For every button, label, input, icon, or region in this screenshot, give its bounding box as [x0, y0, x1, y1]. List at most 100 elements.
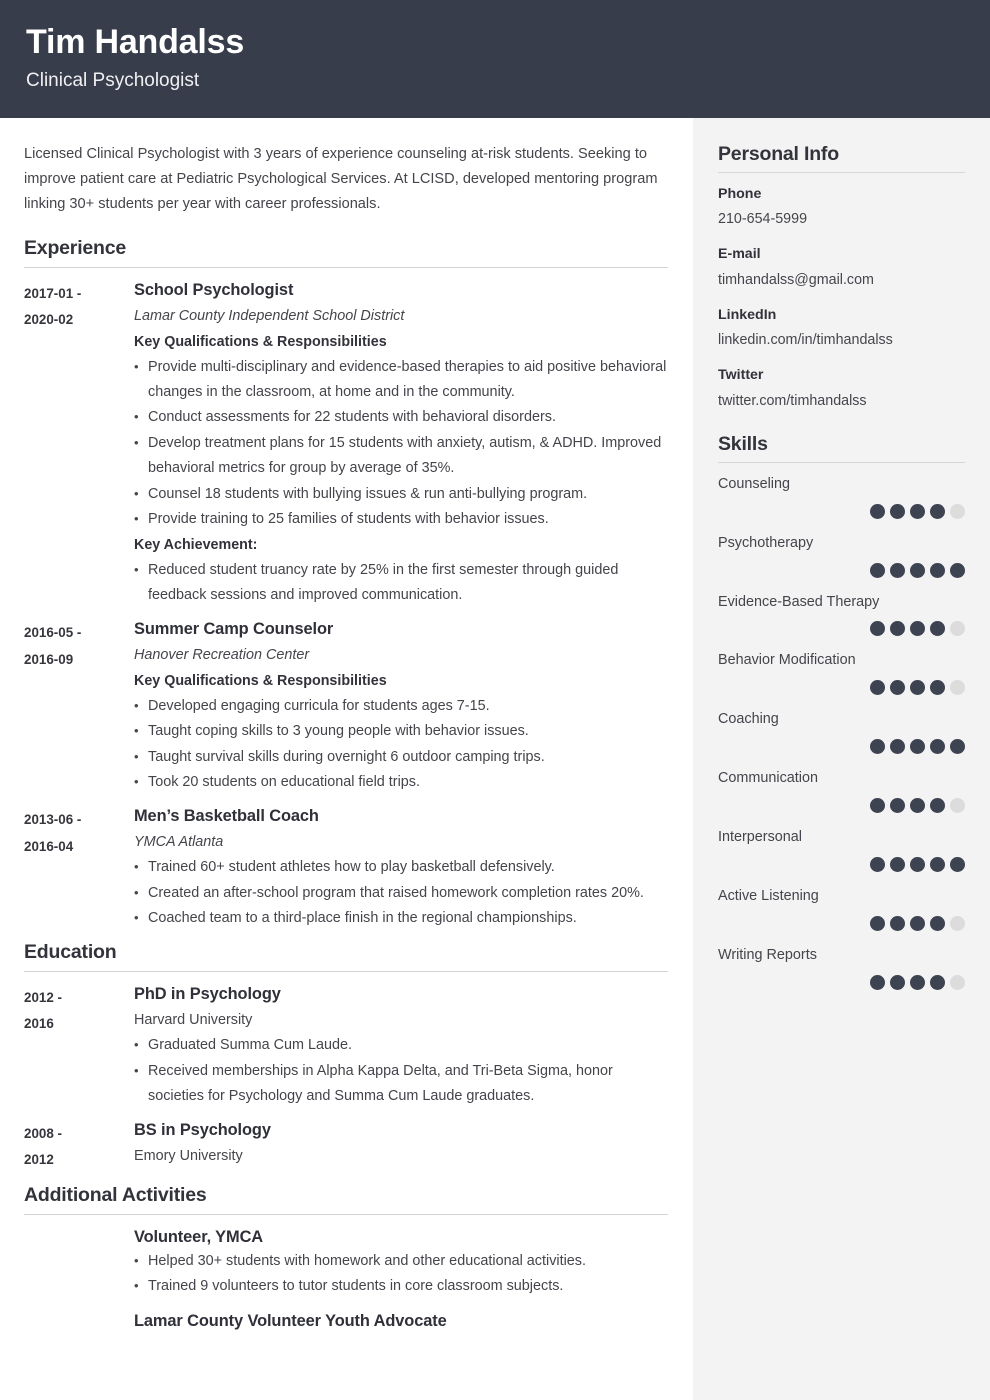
personal-info-item: LinkedIn linkedin.com/in/timhandalss — [718, 305, 965, 352]
skill-row: Counseling — [718, 474, 965, 519]
skill-row: Active Listening — [718, 886, 965, 931]
bullet-item: Taught survival skills during overnight … — [134, 745, 667, 770]
entry-item: Volunteer, YMCA Helped 30+ students with … — [24, 1226, 667, 1300]
skill-dot-filled — [930, 974, 945, 990]
bullet-item: Reduced student truancy rate by 25% in t… — [134, 558, 667, 609]
skill-dot-filled — [930, 503, 945, 519]
skill-dot-filled — [910, 974, 925, 990]
entry-date-start: 2017-01 - — [24, 286, 82, 302]
entry-item: 2012 - 2016 PhD in Psychology Harvard Unive… — [24, 983, 667, 1109]
skill-row: Psychotherapy — [718, 533, 965, 578]
entry-date: 2016-05 - 2016-09 — [24, 618, 134, 672]
entry-date-end: 2020-02 — [24, 312, 74, 328]
main-sections: Experience 2017-01 - 2020-02 School Psychol… — [24, 237, 668, 1333]
section-heading-experience: Experience — [24, 237, 127, 260]
skill-name: Interpersonal — [718, 829, 802, 846]
skill-dot-filled — [930, 739, 945, 755]
skill-dot-filled — [870, 562, 885, 578]
section-heading-education: Education — [24, 941, 117, 964]
entry-title: BS in Psychology — [134, 1121, 271, 1140]
entry-bullet-list: Graduated Summa Cum Laude.Received membe… — [134, 1033, 667, 1109]
entry-bullet-list: Trained 60+ student athletes how to play… — [134, 855, 667, 931]
bullet-item: Graduated Summa Cum Laude. — [134, 1033, 667, 1058]
entry-date-start: 2016-05 - — [24, 625, 82, 641]
skill-name: Active Listening — [718, 887, 819, 904]
skill-rating-dots — [718, 562, 965, 578]
bullet-item: Trained 60+ student athletes how to play… — [134, 855, 667, 880]
skill-dot-filled — [870, 621, 885, 637]
entry-subtitle: Hanover Recreation Center — [134, 646, 310, 663]
skill-dot-filled — [890, 739, 905, 755]
skill-rating-dots — [718, 503, 965, 519]
entry-date-end: 2016-04 — [24, 838, 74, 854]
skill-name: Psychotherapy — [718, 534, 814, 551]
skill-dot-filled — [910, 680, 925, 696]
bullet-item: Conduct assessments for 22 students with… — [134, 405, 667, 430]
skill-dot-filled — [950, 856, 965, 872]
entry-date-end: 2012 — [24, 1152, 54, 1168]
skill-dot-filled — [890, 680, 905, 696]
entry-date — [24, 1226, 134, 1228]
personal-info-item: E-mail timhandalss@gmail.com — [718, 244, 965, 291]
personal-info-value[interactable]: twitter.com/timhandalss — [718, 390, 965, 413]
bullet-item: Develop treatment plans for 15 students … — [134, 431, 667, 482]
entry-title: PhD in Psychology — [134, 985, 281, 1004]
entry-item: 2008 - 2012 BS in Psychology Emory Universi… — [24, 1119, 667, 1173]
skill-rating-dots — [718, 798, 965, 814]
entry-bullet-list: Helped 30+ students with homework and ot… — [134, 1249, 667, 1300]
skill-dot-empty — [950, 680, 965, 696]
bullet-item: Created an after-school program that rai… — [134, 881, 667, 906]
skill-dot-empty — [950, 798, 965, 814]
entry-date-start: 2012 - — [24, 990, 62, 1006]
main-column: Licensed Clinical Psychologist with 3 ye… — [0, 118, 693, 1400]
bullet-item: Helped 30+ students with homework and ot… — [134, 1249, 667, 1274]
entry-kicker-achievement: Key Achievement: — [134, 537, 258, 554]
skill-dot-filled — [950, 739, 965, 755]
personal-info-label: E-mail — [718, 246, 761, 263]
skills-list: Counseling Psychotherapy Evidence-Based Th… — [718, 474, 965, 990]
entry-content: Volunteer, YMCA Helped 30+ students with … — [134, 1226, 667, 1300]
bullet-item: Coached team to a third-place finish in … — [134, 906, 667, 931]
section-experience: Experience 2017-01 - 2020-02 School Psychol… — [24, 237, 668, 931]
entry-bullet-list-achievement: Reduced student truancy rate by 25% in t… — [134, 558, 667, 609]
skill-dot-filled — [910, 562, 925, 578]
personal-info-list: Phone 210-654-5999 E-mail timhandalss@gmail… — [718, 184, 965, 413]
bullet-item: Provide multi-disciplinary and evidence-… — [134, 355, 667, 406]
skill-row: Writing Reports — [718, 945, 965, 990]
personal-info-value[interactable]: timhandalss@gmail.com — [718, 269, 965, 292]
entry-item: Lamar County Volunteer Youth Advocate — [24, 1310, 667, 1333]
entry-content: PhD in Psychology Harvard University Gradu… — [134, 983, 667, 1109]
personal-info-value[interactable]: 210-654-5999 — [718, 208, 965, 231]
bullet-item: Counsel 18 students with bullying issues… — [134, 482, 667, 507]
entry-date-start: 2008 - — [24, 1126, 62, 1142]
personal-info-label: Phone — [718, 186, 762, 202]
skills-divider — [718, 461, 965, 463]
entry-title: Summer Camp Counselor — [134, 620, 334, 639]
skill-name: Coaching — [718, 711, 779, 728]
entry-title: Lamar County Volunteer Youth Advocate — [134, 1311, 447, 1330]
skill-rating-dots — [718, 621, 965, 637]
skill-dot-filled — [910, 915, 925, 931]
section-education: Education 2012 - 2016 PhD in Psychology Harv… — [24, 941, 668, 1173]
skill-dot-filled — [870, 680, 885, 696]
skill-name: Communication — [718, 770, 818, 787]
skill-dot-filled — [870, 915, 885, 931]
entry-title: Volunteer, YMCA — [134, 1227, 264, 1246]
professional-summary: Licensed Clinical Psychologist with 3 ye… — [24, 146, 658, 213]
skill-row: Behavior Modification — [718, 650, 965, 696]
skill-dot-filled — [930, 562, 945, 578]
skill-dot-filled — [930, 915, 945, 931]
skill-dot-filled — [870, 856, 885, 872]
skill-dot-filled — [930, 856, 945, 872]
entry-date — [24, 1310, 134, 1312]
personal-info-value[interactable]: linkedin.com/in/timhandalss — [718, 329, 965, 352]
resume-header: Tim Handalss Clinical Psychologist — [0, 0, 990, 118]
skill-dot-filled — [890, 856, 905, 872]
resume-page: Tim Handalss Clinical Psychologist Licen… — [0, 0, 990, 1400]
section-divider-additional — [24, 1213, 668, 1215]
bullet-item: Taught coping skills to 3 young people w… — [134, 719, 667, 744]
skill-name: Evidence-Based Therapy — [718, 593, 880, 610]
skill-dot-filled — [910, 503, 925, 519]
bullet-item: Took 20 students on educational field tr… — [134, 770, 667, 795]
personal-info-divider — [718, 172, 965, 173]
